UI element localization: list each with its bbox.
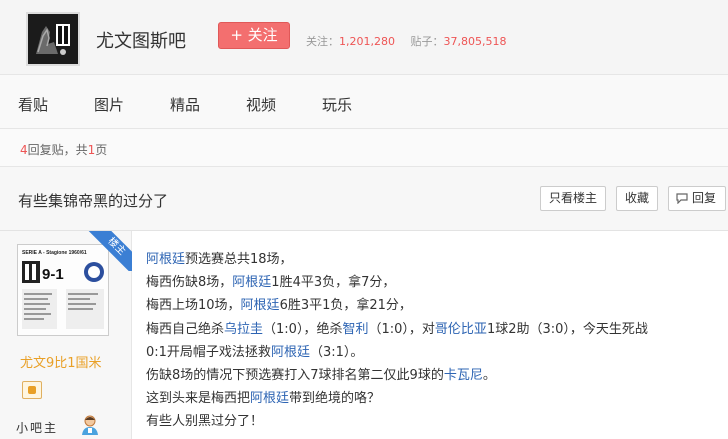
reply-label: 回复贴，共 [27, 143, 88, 157]
post-count-label: 贴子： [410, 35, 444, 48]
post-text: 6胜3平1负，拿21分， [279, 298, 412, 314]
tab-posts[interactable]: 看贴 [18, 94, 48, 115]
avatar-image-icon: SERIE A - Stagione 1960/61 9-1 [18, 245, 108, 335]
avatar[interactable]: SERIE A - Stagione 1960/61 9-1 [17, 244, 109, 336]
follow-button[interactable]: + 关注 [218, 22, 290, 49]
tab-videos[interactable]: 视频 [246, 94, 276, 115]
post-line: 伤缺8场的情况下预选赛打入7球排名第二仅此9球的卡瓦尼。 [146, 364, 724, 387]
reply-button-label: 回复 [691, 191, 716, 205]
tab-images[interactable]: 图片 [94, 94, 124, 115]
post-text: 1球2助（3:0），今天生死战 [486, 321, 648, 337]
post-text: 梅西自己绝杀 [146, 321, 225, 337]
post-text: （1:0），对 [368, 321, 435, 337]
author-column: SERIE A - Stagione 1960/61 9-1 楼主 尤文9比1国… [0, 231, 132, 439]
forum-stats: 关注：1,201,280 贴子：37,805,518 [306, 33, 518, 49]
reply-count-text: 4回复贴，共1页 [20, 141, 107, 158]
follow-count-label: 关注： [306, 35, 339, 48]
username[interactable]: 尤文9比1国米 [20, 352, 102, 371]
post-text: 这到头来是梅西把 [146, 391, 251, 407]
forum-header: 尤文图斯吧 + 关注 关注：1,201,280 贴子：37,805,518 [0, 0, 728, 74]
post-link[interactable]: 智利 [342, 322, 368, 337]
thread-title: 有些集锦帝黑的过分了 [18, 192, 169, 210]
thread-meta-bar: 4回复贴，共1页 [0, 129, 728, 167]
only-op-button[interactable]: 只看楼主 [540, 186, 606, 211]
post-text: 0:1开局帽子戏法拯救 [146, 344, 271, 360]
post-count: 37,805,518 [443, 35, 507, 48]
avatar-score: 9-1 [42, 266, 64, 283]
reply-count: 4 [20, 143, 28, 157]
post-text: 梅西上场10场， [146, 298, 241, 314]
post-text: 预选赛总共18场， [185, 252, 293, 267]
page-suffix: 页 [95, 143, 108, 157]
forum-logo[interactable] [26, 12, 80, 66]
post-text: 1胜4平3负，拿7分， [271, 275, 396, 291]
post-link[interactable]: 阿根廷 [271, 345, 310, 360]
post-link[interactable]: 乌拉圭 [224, 322, 263, 337]
juventus-logo-icon [28, 14, 78, 64]
tab-featured[interactable]: 精品 [170, 94, 200, 115]
favorite-button[interactable]: 收藏 [616, 186, 658, 211]
post-text: 。 [482, 368, 496, 384]
tab-games[interactable]: 玩乐 [322, 94, 352, 115]
reply-button[interactable]: 回复 [668, 186, 726, 211]
user-role: 小吧主 [16, 421, 59, 435]
post-content: 阿根廷预选赛总共18场， 梅西伤缺8场，阿根廷1胜4平3负，拿7分， 梅西上场10场… [146, 248, 724, 434]
post-line: 这到头来是梅西把阿根廷带到绝境的咯？ [146, 387, 724, 410]
moderator-avatar-icon [82, 415, 98, 435]
post-text: 有些人别黑过分了！ [146, 414, 264, 430]
post-link[interactable]: 哥伦比亚 [435, 322, 487, 337]
post-line: 梅西上场10场，阿根廷6胜3平1负，拿21分， [146, 294, 724, 317]
follow-count: 1,201,280 [339, 35, 395, 48]
post-link[interactable]: 阿根廷 [146, 252, 185, 267]
forum-nav: 看贴 图片 精品 视频 玩乐 [0, 74, 728, 129]
reply-bubble-icon [676, 193, 688, 204]
post-line: 有些人别黑过分了！ [146, 410, 724, 433]
level-badge-icon[interactable] [22, 381, 42, 399]
post-floor-1: SERIE A - Stagione 1960/61 9-1 楼主 尤文9比1国… [0, 231, 728, 439]
post-text: 带到绝境的咯？ [289, 391, 381, 407]
post-text: （3:1）。 [309, 344, 364, 360]
post-line: 0:1开局帽子戏法拯救阿根廷（3:1）。 [146, 341, 724, 364]
thread-title-bar: 有些集锦帝黑的过分了 只看楼主 收藏 回复 [0, 167, 728, 231]
post-link[interactable]: 阿根廷 [250, 391, 289, 406]
post-line: 梅西伤缺8场，阿根廷1胜4平3负，拿7分， [146, 271, 724, 294]
post-link[interactable]: 阿根廷 [241, 298, 280, 313]
post-link[interactable]: 阿根廷 [232, 275, 271, 290]
post-line: 阿根廷预选赛总共18场， [146, 248, 724, 271]
post-line: 梅西自己绝杀乌拉圭（1:0），绝杀智利（1:0），对哥伦比亚1球2助（3:0），… [146, 318, 724, 341]
avatar-caption: SERIE A - Stagione 1960/61 [22, 250, 87, 256]
post-link[interactable]: 卡瓦尼 [444, 368, 483, 383]
post-text: 伤缺8场的情况下预选赛打入7球排名第二仅此9球的 [146, 368, 444, 384]
post-text: （1:0），绝杀 [263, 321, 343, 337]
forum-name[interactable]: 尤文图斯吧 [96, 27, 186, 53]
post-text: 梅西伤缺8场， [146, 275, 233, 291]
